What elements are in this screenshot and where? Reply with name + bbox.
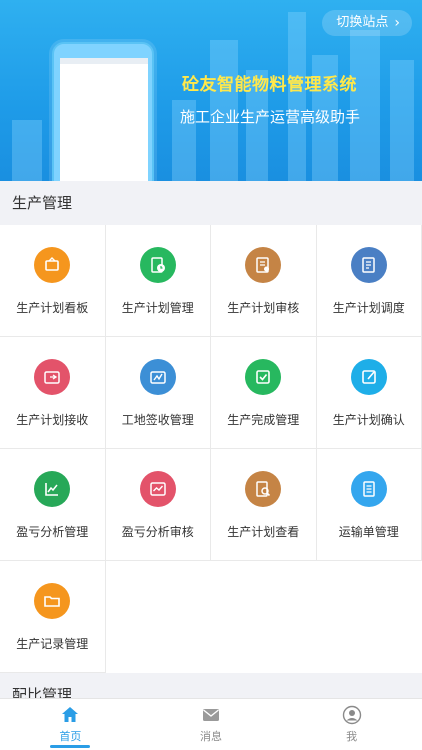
menu-item-label: 生产计划看板 [16,301,89,315]
menu-item-label: 运输单管理 [338,525,399,539]
menu-item-9[interactable]: 盈亏分析管理 [0,449,106,561]
audit-doc-icon [245,247,281,283]
menu-item-label: 生产计划审核 [227,301,300,315]
active-tab-indicator [50,745,90,748]
phone-illustration [52,42,154,181]
tab-home[interactable]: 首页 [0,699,141,750]
menu-item-3[interactable]: 生产计划审核 [211,225,317,337]
tab-messages[interactable]: 消息 [141,699,282,750]
board-icon [34,247,70,283]
menu-item-label: 生产计划调度 [332,301,405,315]
banner-subtitle: 施工企业生产运营高级助手 [180,108,361,126]
tab-me-label: 我 [346,730,358,743]
menu-item-label: 生产记录管理 [16,637,89,651]
production-menu-grid: 生产计划看板 生产计划管理 生产计划审核 生产计划调度生产计划接收 工地签收管理 生产完成… [0,225,422,673]
menu-item-11[interactable]: 生产计划查看 [211,449,317,561]
schedule-icon [350,247,387,283]
menu-item-5[interactable]: 生产计划接收 [0,337,106,449]
menu-item-6[interactable]: 工地签收管理 [105,337,211,449]
tab-home-label: 首页 [59,730,82,743]
menu-item-10[interactable]: 盈亏分析审核 [105,449,211,561]
menu-item-label: 盈亏分析审核 [121,525,194,539]
folder-icon [34,583,70,619]
tab-messages-label: 消息 [200,730,222,743]
chart-icon [34,471,70,507]
banner: 切换站点 › 砼友智能物料管理系统 施工企业生产运营高级助手 [0,0,422,181]
menu-item-2[interactable]: 生产计划管理 [105,225,211,337]
menu-item-label: 生产计划确认 [332,413,405,427]
menu-item-4[interactable]: 生产计划调度 [316,225,422,337]
menu-item-7[interactable]: 生产完成管理 [211,337,317,449]
view-icon [245,471,281,507]
home-icon [62,707,79,722]
phone-screen [60,58,148,181]
menu-item-13[interactable]: 生产记录管理 [0,561,106,673]
menu-item-label: 生产完成管理 [227,413,300,427]
chevron-right-icon: › [394,15,400,31]
receive-icon [34,359,70,395]
menu-item-label: 盈亏分析管理 [16,525,89,539]
menu-item-8[interactable]: 生产计划确认 [316,337,422,449]
menu-item-label: 工地签收管理 [121,413,194,427]
sign-icon [139,359,176,395]
section-title-production: 生产管理 [0,181,422,225]
confirm-icon [350,359,387,395]
mail-icon [203,709,219,721]
tab-me[interactable]: 我 [281,699,422,750]
menu-item-12[interactable]: 运输单管理 [316,449,422,561]
clock-doc-icon [139,247,176,283]
switch-site-button[interactable]: 切换站点 › [322,10,412,36]
menu-item-label: 生产计划查看 [227,525,300,539]
check-icon [245,359,281,395]
banner-title: 砼友智能物料管理系统 [182,75,357,95]
menu-item-1[interactable]: 生产计划看板 [0,225,106,337]
user-icon [342,705,361,725]
switch-site-label: 切换站点 [336,15,389,30]
transport-icon [350,471,387,507]
menu-item-label: 生产计划接收 [16,413,89,427]
menu-item-label: 生产计划管理 [121,301,194,315]
bottom-tab-bar: 首页 消息 我 [0,698,422,750]
chart-review-icon [139,471,176,507]
